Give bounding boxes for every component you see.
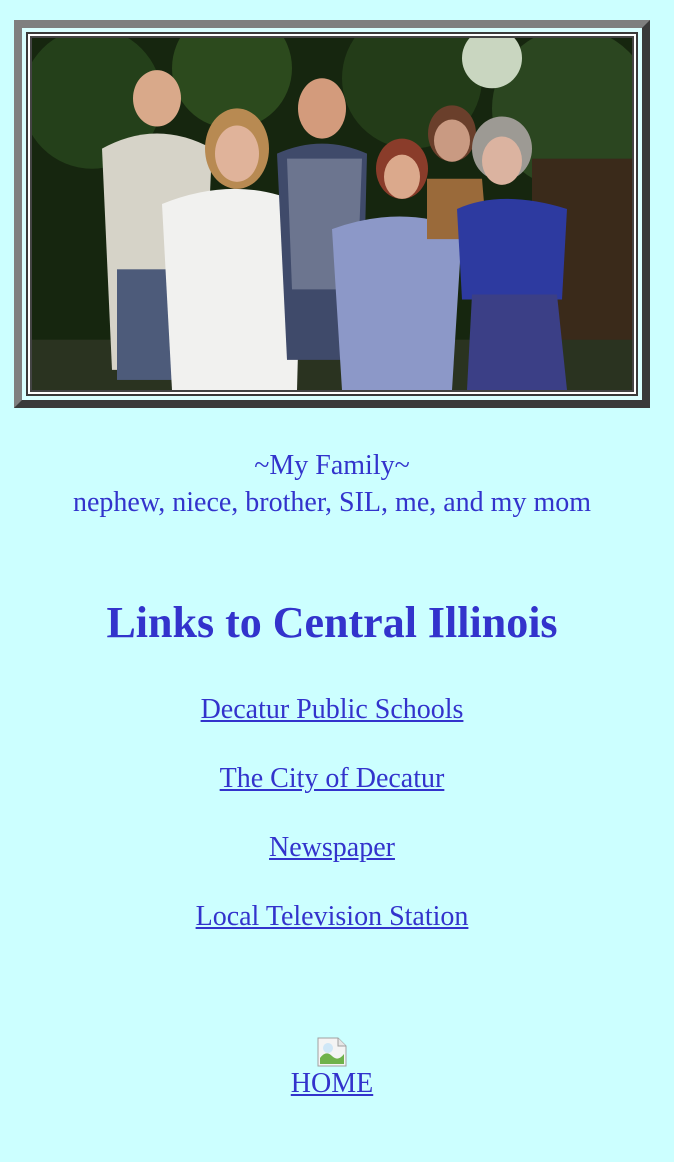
photo-caption: ~My Family~ nephew, niece, brother, SIL,… — [0, 447, 664, 521]
broken-image-icon[interactable] — [316, 1036, 348, 1068]
page-heading: Links to Central Illinois — [106, 598, 558, 647]
link-city-of-decatur[interactable]: The City of Decatur — [0, 759, 664, 799]
family-photo-frame — [14, 20, 650, 408]
link-decatur-public-schools[interactable]: Decatur Public Schools — [0, 690, 664, 730]
link-local-television-station[interactable]: Local Television Station — [0, 897, 664, 937]
home-link[interactable]: HOME — [0, 1066, 664, 1102]
caption-names: nephew, niece, brother, SIL, me, and my … — [72, 487, 592, 518]
home-section: HOME — [0, 1036, 664, 1102]
link-newspaper[interactable]: Newspaper — [0, 828, 664, 868]
caption-title: ~My Family~ — [254, 450, 410, 481]
family-photo — [30, 36, 634, 392]
family-photo-inner-border — [26, 32, 638, 396]
family-photo-illustration — [32, 38, 632, 390]
links-list: Decatur Public Schools The City of Decat… — [0, 690, 664, 966]
